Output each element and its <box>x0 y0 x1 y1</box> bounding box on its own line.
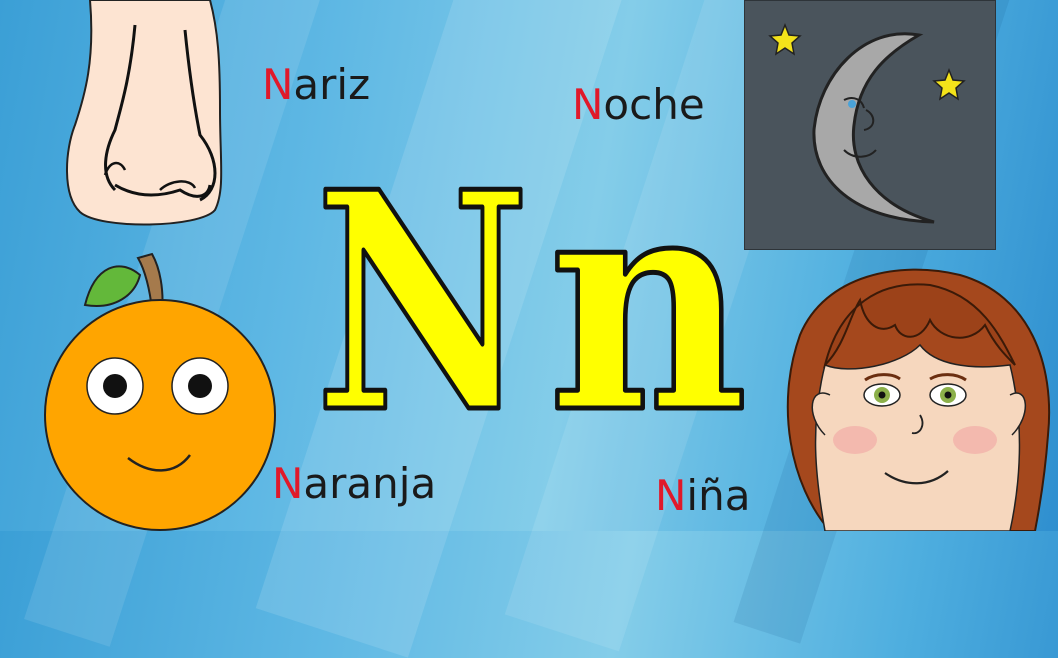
lowercase-letter: n <box>548 150 748 430</box>
word-rest: oche <box>603 80 705 129</box>
big-letters: N n <box>313 150 751 430</box>
word-initial: N <box>262 60 294 109</box>
nose-icon <box>66 0 223 226</box>
word-rest: aranja <box>303 459 437 508</box>
word-initial: N <box>655 471 687 520</box>
word-rest: iña <box>686 471 751 520</box>
word-initial: N <box>272 459 304 508</box>
uppercase-letter: N <box>315 150 530 430</box>
word-initial: N <box>572 80 604 129</box>
word-nariz: Nariz <box>262 64 370 106</box>
moon-icon <box>744 0 996 250</box>
word-naranja: Naranja <box>272 463 436 505</box>
word-nina: Niña <box>655 475 750 517</box>
girl-icon <box>786 268 1051 531</box>
orange-icon <box>44 252 276 531</box>
word-noche: Noche <box>572 84 705 126</box>
word-rest: ariz <box>293 60 371 109</box>
